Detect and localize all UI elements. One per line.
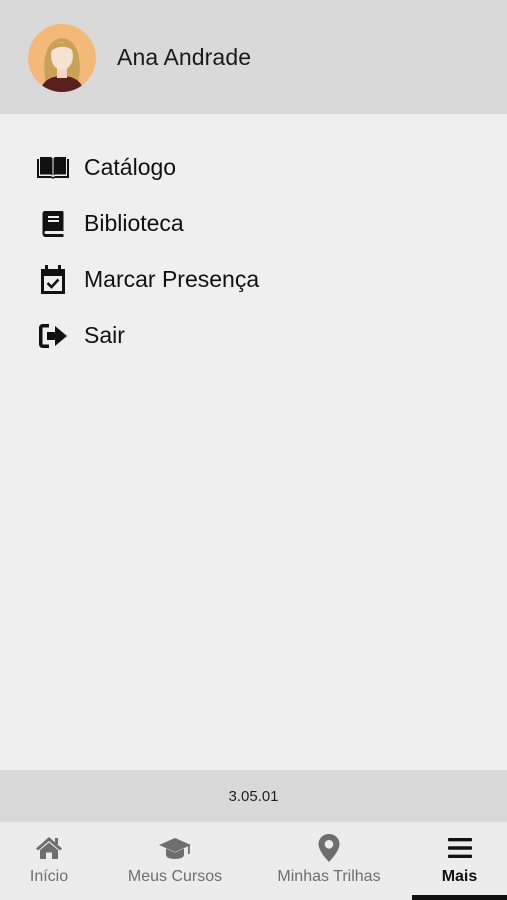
tab-inicio[interactable]: Início: [0, 822, 98, 900]
version-bar: 3.05.01: [0, 770, 507, 822]
book-icon: [36, 210, 70, 238]
calendar-check-icon: [36, 265, 70, 294]
active-tab-indicator: [412, 895, 507, 900]
profile-header: Ana Andrade: [0, 0, 507, 114]
map-pin-icon: [318, 834, 340, 862]
tab-label: Início: [29, 868, 69, 885]
menu-item-label: Marcar Presença: [84, 265, 260, 292]
avatar[interactable]: [28, 24, 96, 92]
home-icon: [35, 834, 63, 862]
hamburger-menu-icon: [447, 834, 472, 862]
tab-meus-cursos[interactable]: Meus Cursos: [122, 822, 228, 900]
menu-item-label: Catálogo: [84, 153, 177, 180]
bottom-tab-bar: Início Meus Cursos Minhas Trilhas Mais: [0, 822, 507, 900]
menu-item-label: Biblioteca: [84, 209, 184, 236]
menu-item-catalogo[interactable]: Catálogo: [0, 140, 507, 196]
tab-label: Meus Cursos: [127, 868, 223, 885]
app-version: 3.05.01: [228, 787, 279, 805]
tab-minhas-trilhas[interactable]: Minhas Trilhas: [272, 822, 386, 900]
menu-item-label: Sair: [84, 321, 125, 348]
sign-out-icon: [36, 322, 70, 350]
open-book-icon: [36, 154, 70, 182]
tab-label: Mais: [441, 868, 478, 885]
more-menu: Catálogo Biblioteca Marcar Presença Sair: [0, 140, 507, 364]
tab-mais[interactable]: Mais: [412, 822, 507, 900]
user-name: Ana Andrade: [117, 44, 252, 70]
menu-item-sair[interactable]: Sair: [0, 308, 507, 364]
tab-label: Minhas Trilhas: [277, 868, 381, 885]
menu-item-biblioteca[interactable]: Biblioteca: [0, 196, 507, 252]
avatar-image: [28, 24, 96, 92]
menu-item-marcar-presenca[interactable]: Marcar Presença: [0, 252, 507, 308]
graduation-cap-icon: [158, 834, 192, 862]
